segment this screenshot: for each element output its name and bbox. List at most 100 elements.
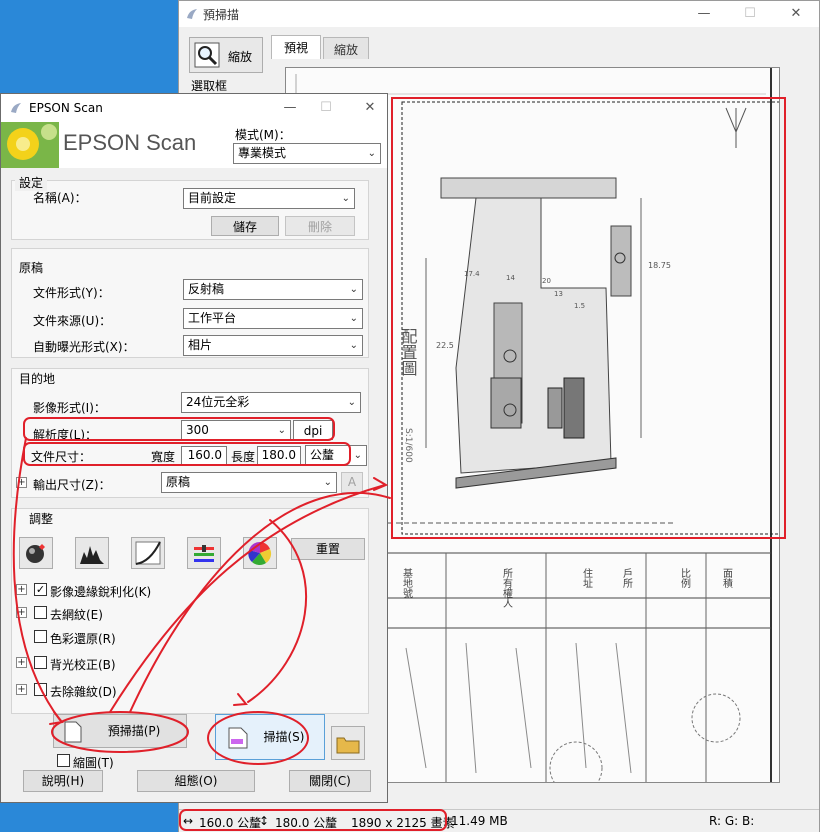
auto-exposure-select[interactable]: 相片 ⌄ [183, 335, 363, 356]
histogram-button[interactable] [75, 537, 109, 569]
preview-title-bar: 預掃描 — ☐ ✕ [179, 1, 819, 27]
color-sliders-icon [194, 545, 214, 562]
close-button[interactable]: ✕ [347, 95, 393, 121]
output-size-expand-icon[interactable]: + [16, 477, 27, 488]
dust-removal-checkbox[interactable] [34, 683, 47, 696]
sharpen-checkbox[interactable]: ✓ [34, 583, 47, 596]
mode-label: 模式(M)： [235, 128, 291, 142]
close-app-button[interactable]: 關閉(C) [289, 770, 371, 792]
drawing-scale: S:1/600 [403, 428, 413, 463]
name-label: 名稱(A)： [33, 191, 87, 205]
config-button[interactable]: 組態(O) [137, 770, 255, 792]
descreen-label: 去網紋(E) [50, 608, 103, 622]
thumbnail-checkbox[interactable] [57, 754, 70, 767]
doc-type-select[interactable]: 反射稿 ⌄ [183, 279, 363, 300]
resolution-select[interactable]: 300 ⌄ [181, 420, 291, 441]
adjust-group-header: 調整 [29, 512, 54, 526]
table-cell-label: 所有權人 [501, 568, 513, 608]
doc-source-select[interactable]: 工作平台 ⌄ [183, 308, 363, 329]
dim-label: 18.75 [648, 261, 671, 270]
auto-exposure-label: 自動曝光形式(X)： [33, 340, 135, 354]
file-save-settings-button[interactable] [331, 726, 365, 760]
histogram-icon [80, 546, 104, 564]
sharpen-label: 影像邊緣銳利化(K) [50, 585, 152, 599]
backlight-label: 背光校正(B) [50, 658, 116, 672]
output-size-edit-button[interactable]: A [341, 472, 363, 493]
flower-logo-icon [1, 122, 59, 168]
minimize-button[interactable]: — [681, 1, 727, 27]
image-type-select[interactable]: 24位元全彩 ⌄ [181, 392, 361, 413]
color-balance-button[interactable] [187, 537, 221, 569]
maximize-button[interactable]: ☐ [727, 1, 773, 27]
dim-label: 20 [542, 277, 551, 285]
status-width: 160.0 公釐 [199, 816, 262, 830]
resolution-unit[interactable]: dpi [293, 420, 333, 440]
tab-zoom[interactable]: 縮放 [323, 37, 369, 59]
status-rgb: R: G: B: [709, 814, 755, 828]
status-height: 180.0 公釐 [275, 816, 338, 830]
save-button[interactable]: 儲存 [211, 216, 279, 236]
color-document-icon [228, 727, 248, 749]
folder-icon [336, 737, 360, 754]
scan-button[interactable]: 掃描(S) [215, 714, 325, 760]
close-button[interactable]: ✕ [773, 1, 819, 27]
help-button[interactable]: 說明(H) [23, 770, 103, 792]
status-filesize: 11.49 MB [451, 814, 508, 828]
width-field[interactable]: 160.0 [181, 446, 227, 465]
epson-title: EPSON Scan [29, 101, 103, 115]
height-field[interactable]: 180.0 [257, 446, 301, 465]
destination-group-header: 目的地 [19, 372, 56, 386]
table-cell-label: 基地號 [401, 567, 413, 599]
output-size-select[interactable]: 原稿 ⌄ [161, 472, 337, 493]
select-frame-label: 選取框 [191, 79, 228, 93]
dim-label: 22.5 [436, 341, 454, 350]
tone-curve-button[interactable] [131, 537, 165, 569]
preview-title: 預掃描 [203, 8, 240, 22]
name-select[interactable]: 目前設定 ⌄ [183, 188, 355, 209]
zoom-tool-label: 縮放 [228, 50, 253, 64]
auto-exposure-tool-button[interactable] [19, 537, 53, 569]
delete-button[interactable]: 刪除 [285, 216, 355, 236]
epson-banner: EPSON Scan 模式(M)： 專業模式 ⌄ [1, 122, 387, 168]
document-icon [64, 721, 82, 743]
backlight-expand-icon[interactable]: + [16, 657, 27, 668]
dim-label: 14 [506, 274, 515, 282]
sharpen-expand-icon[interactable]: + [16, 584, 27, 595]
color-restore-label: 色彩還原(R) [50, 632, 116, 646]
backlight-checkbox[interactable] [34, 656, 47, 669]
epson-scan-window: EPSON Scan — ☐ ✕ EPSON Scan 模式(M)： 專業模式 ⌄… [0, 93, 388, 803]
epson-title-bar: EPSON Scan — ☐ ✕ [1, 94, 387, 122]
dim-label: 17.4 [464, 270, 480, 278]
maximize-button[interactable]: ☐ [303, 95, 349, 121]
table-cell-label: 戶所 [621, 568, 633, 589]
original-group-header: 原稿 [19, 261, 44, 275]
doc-size-label: 文件尺寸： [31, 450, 92, 464]
mode-select[interactable]: 專業模式 ⌄ [233, 143, 381, 164]
color-wheel-icon [248, 541, 272, 566]
zoom-tool-button[interactable]: 縮放 [189, 37, 263, 73]
dim-label: 13 [554, 290, 563, 298]
status-bar: ↔ 160.0 公釐 ↕ 180.0 公釐 1890 x 2125 畫素 11.… [179, 809, 819, 832]
epson-logo-icon [187, 9, 197, 19]
tone-curve-icon [135, 541, 161, 565]
width-label: 寬度 [151, 450, 176, 464]
height-label: 長度 [231, 450, 256, 464]
descreen-expand-icon[interactable]: + [16, 607, 27, 618]
table-cell-label: 住址 [581, 567, 593, 588]
dust-removal-expand-icon[interactable]: + [16, 684, 27, 695]
output-size-label: 輸出尺寸(Z)： [33, 478, 111, 492]
tab-preview[interactable]: 預視 [271, 35, 321, 59]
doc-source-label: 文件來源(U)： [33, 314, 112, 328]
reset-button[interactable]: 重置 [291, 538, 365, 560]
color-restore-checkbox[interactable] [34, 630, 47, 643]
dim-label: 1.5 [574, 302, 585, 310]
size-unit-select[interactable]: 公釐 ⌄ [305, 445, 367, 466]
table-cell-label: 面積 [721, 568, 733, 589]
status-pixels: 1890 x 2125 畫素 [351, 816, 455, 830]
descreen-checkbox[interactable] [34, 606, 47, 619]
prescan-button[interactable]: 預掃描(P) [53, 714, 187, 748]
thumbnail-label: 縮圖(T) [73, 756, 114, 770]
table-cell-label: 比例 [679, 568, 691, 589]
color-palette-button[interactable] [243, 537, 277, 569]
magnifier-icon [194, 42, 220, 68]
